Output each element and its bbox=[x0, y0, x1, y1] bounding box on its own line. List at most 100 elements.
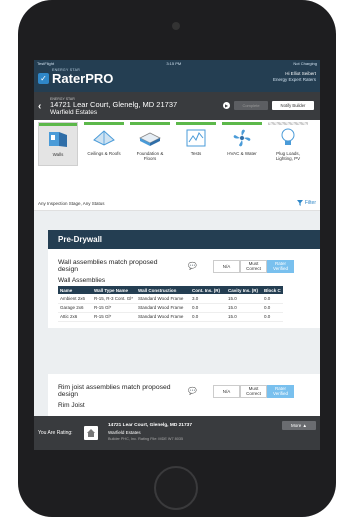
answer-must-correct[interactable]: Must Correct bbox=[240, 384, 267, 398]
category-label: Ceilings & Roofs bbox=[87, 151, 121, 156]
category-hvac-water[interactable]: HVAC & Water bbox=[222, 122, 262, 166]
fan-icon bbox=[222, 125, 262, 151]
table-cell: 0.0 bbox=[262, 312, 283, 322]
table-cell: 0.0 bbox=[262, 294, 283, 304]
category-label: Tests bbox=[190, 151, 202, 156]
app-screen: TestFlight 3:15 PM Not Charging ✓ ENERGY… bbox=[34, 60, 320, 450]
category-bar: Walls Ceilings & Roofs Foundation & Floo… bbox=[34, 120, 320, 174]
roof-icon bbox=[84, 125, 124, 151]
stage-filter-summary: Any Inspection Stage, Any Status bbox=[38, 200, 105, 206]
back-chevron-icon[interactable]: ‹ bbox=[38, 101, 46, 112]
rating-footer: You Are Rating: 14721 Lear Court, Glenel… bbox=[34, 416, 320, 450]
table-cell: 15.0 bbox=[226, 312, 262, 322]
column-header: Name bbox=[58, 286, 92, 294]
answer-selector: N/A Must Correct Rater Verified bbox=[213, 384, 294, 398]
column-header: Cavity Ins. (R) bbox=[226, 286, 262, 294]
table-cell: Standard Wood Frame bbox=[136, 294, 190, 304]
category-walls[interactable]: Walls bbox=[38, 122, 78, 166]
project-header: ‹ ENERGY STAR 14721 Lear Court, Glenelg,… bbox=[34, 92, 320, 120]
wall-assemblies-table: Name Wall Type Name Wall Construction Co… bbox=[58, 286, 283, 322]
table-cell: R-15 Gl* bbox=[92, 312, 136, 322]
question-wall-assemblies: Wall assemblies match proposed design 💬 … bbox=[48, 255, 320, 277]
filter-row: Any Inspection Stage, Any Status Filter bbox=[34, 198, 320, 208]
foundation-icon bbox=[130, 125, 170, 151]
clock: 3:15 PM bbox=[166, 61, 182, 66]
table-row: Ambient 2x6 R-15, R-3 Cont. Gl* Standard… bbox=[58, 294, 283, 304]
stage-title: Pre-Drywall bbox=[48, 230, 320, 249]
home-button[interactable] bbox=[154, 466, 198, 510]
table-cell: 3.0 bbox=[190, 294, 226, 304]
user-role: Energy Expert Raters bbox=[272, 77, 316, 82]
walls-icon bbox=[39, 126, 77, 152]
carrier: TestFlight bbox=[37, 61, 55, 66]
play-icon[interactable]: ▶ bbox=[223, 102, 230, 109]
section-title: Wall Assemblies bbox=[58, 277, 106, 284]
table-cell: Ambient 2x6 bbox=[58, 294, 92, 304]
answer-selector: N/A Must Correct Rater Verified bbox=[213, 259, 294, 273]
question-text: Wall assemblies match proposed design bbox=[58, 258, 158, 274]
table-cell: Standard Wood Frame bbox=[136, 312, 190, 322]
section-title: Rim Joist bbox=[58, 402, 85, 409]
user-menu[interactable]: Hi Elliot Seibert Energy Expert Raters bbox=[273, 71, 316, 83]
more-button[interactable]: More ▲ bbox=[282, 421, 316, 430]
category-label: Walls bbox=[52, 152, 64, 157]
project-address: ENERGY STAR 14721 Lear Court, Glenelg, M… bbox=[50, 97, 177, 116]
stage-card-continued: Rim joist assemblies match proposed desi… bbox=[48, 374, 320, 416]
table-cell: R-15, R-3 Cont. Gl* bbox=[92, 294, 136, 304]
brand: ✓ ENERGY STAR RaterPRO bbox=[38, 68, 113, 85]
column-header: Wall Type Name bbox=[92, 286, 136, 294]
project-street: 14721 Lear Court, Glenelg, MD 21737 bbox=[50, 99, 178, 109]
category-label: HVAC & Water bbox=[227, 151, 257, 156]
complete-button[interactable]: Complete bbox=[234, 101, 268, 110]
rating-label: You Are Rating: bbox=[38, 430, 73, 436]
tests-icon bbox=[176, 125, 216, 151]
table-row: Attic 2x6 R-15 Gl* Standard Wood Frame 0… bbox=[58, 312, 283, 322]
answer-na[interactable]: N/A bbox=[213, 259, 240, 273]
answer-na[interactable]: N/A bbox=[213, 384, 240, 398]
table-row: Garage 2x6 R-15 Gl* Standard Wood Frame … bbox=[58, 303, 283, 313]
camera bbox=[172, 22, 180, 30]
bulb-icon bbox=[268, 125, 308, 151]
tablet-frame: TestFlight 3:15 PM Not Charging ✓ ENERGY… bbox=[18, 0, 336, 517]
battery-status: Not Charging bbox=[293, 61, 317, 66]
rating-info: 14721 Lear Court, Glenelg, MD 21737 Warf… bbox=[108, 423, 192, 443]
table-cell: 15.0 bbox=[226, 294, 262, 304]
app-name: RaterPRO bbox=[52, 71, 114, 86]
project-community: Warfield Estates bbox=[50, 108, 98, 116]
filter-icon bbox=[296, 200, 303, 206]
app-header: ✓ ENERGY STAR RaterPRO Hi Elliot Seibert… bbox=[34, 67, 320, 92]
category-tests[interactable]: Tests bbox=[176, 122, 216, 166]
checklist-area[interactable]: Pre-Drywall Wall assemblies match propos… bbox=[34, 211, 320, 416]
footer-address: 14721 Lear Court, Glenelg, MD 21737 bbox=[108, 423, 192, 429]
notify-builder-button[interactable]: Notify Builder bbox=[272, 101, 314, 110]
category-plug-loads[interactable]: Plug Loads, Lighting, PV bbox=[268, 122, 308, 166]
footer-builder: Builder PHC, Inc. Rating File: MDE W7 80… bbox=[108, 437, 184, 442]
table-cell: Attic 2x6 bbox=[58, 312, 92, 322]
table-cell: 0.0 bbox=[190, 303, 226, 313]
column-header: Block C bbox=[262, 286, 283, 294]
comment-icon[interactable]: 💬 bbox=[188, 262, 197, 270]
status-bar: TestFlight 3:15 PM Not Charging bbox=[34, 60, 320, 67]
logo-icon: ✓ bbox=[38, 73, 49, 84]
category-foundation-floors[interactable]: Foundation & Floors bbox=[130, 122, 170, 166]
question-rim-joist: Rim joist assemblies match proposed desi… bbox=[48, 380, 320, 402]
category-label: Plug Loads, Lighting, PV bbox=[275, 151, 301, 161]
table-cell: 0.0 bbox=[262, 303, 283, 313]
table-cell: Standard Wood Frame bbox=[136, 303, 190, 313]
answer-must-correct[interactable]: Must Correct bbox=[240, 259, 267, 273]
stage-card: Pre-Drywall Wall assemblies match propos… bbox=[48, 230, 320, 328]
comment-icon[interactable]: 💬 bbox=[188, 387, 197, 395]
table-cell: 15.0 bbox=[226, 303, 262, 313]
category-ceilings-roofs[interactable]: Ceilings & Roofs bbox=[84, 122, 124, 166]
category-label: Foundation & Floors bbox=[136, 151, 164, 161]
answer-rater-verified[interactable]: Rater Verified bbox=[267, 384, 294, 398]
table-cell: R-15 Gl* bbox=[92, 303, 136, 313]
column-header: Wall Construction bbox=[136, 286, 190, 294]
table-cell: Garage 2x6 bbox=[58, 303, 92, 313]
filter-label: Filter bbox=[304, 200, 316, 206]
question-text: Rim joist assemblies match proposed desi… bbox=[58, 383, 171, 399]
answer-rater-verified[interactable]: Rater Verified bbox=[267, 259, 294, 273]
filter-button[interactable]: Filter bbox=[296, 200, 316, 206]
house-icon bbox=[84, 426, 98, 440]
table-cell: 0.0 bbox=[190, 312, 226, 322]
